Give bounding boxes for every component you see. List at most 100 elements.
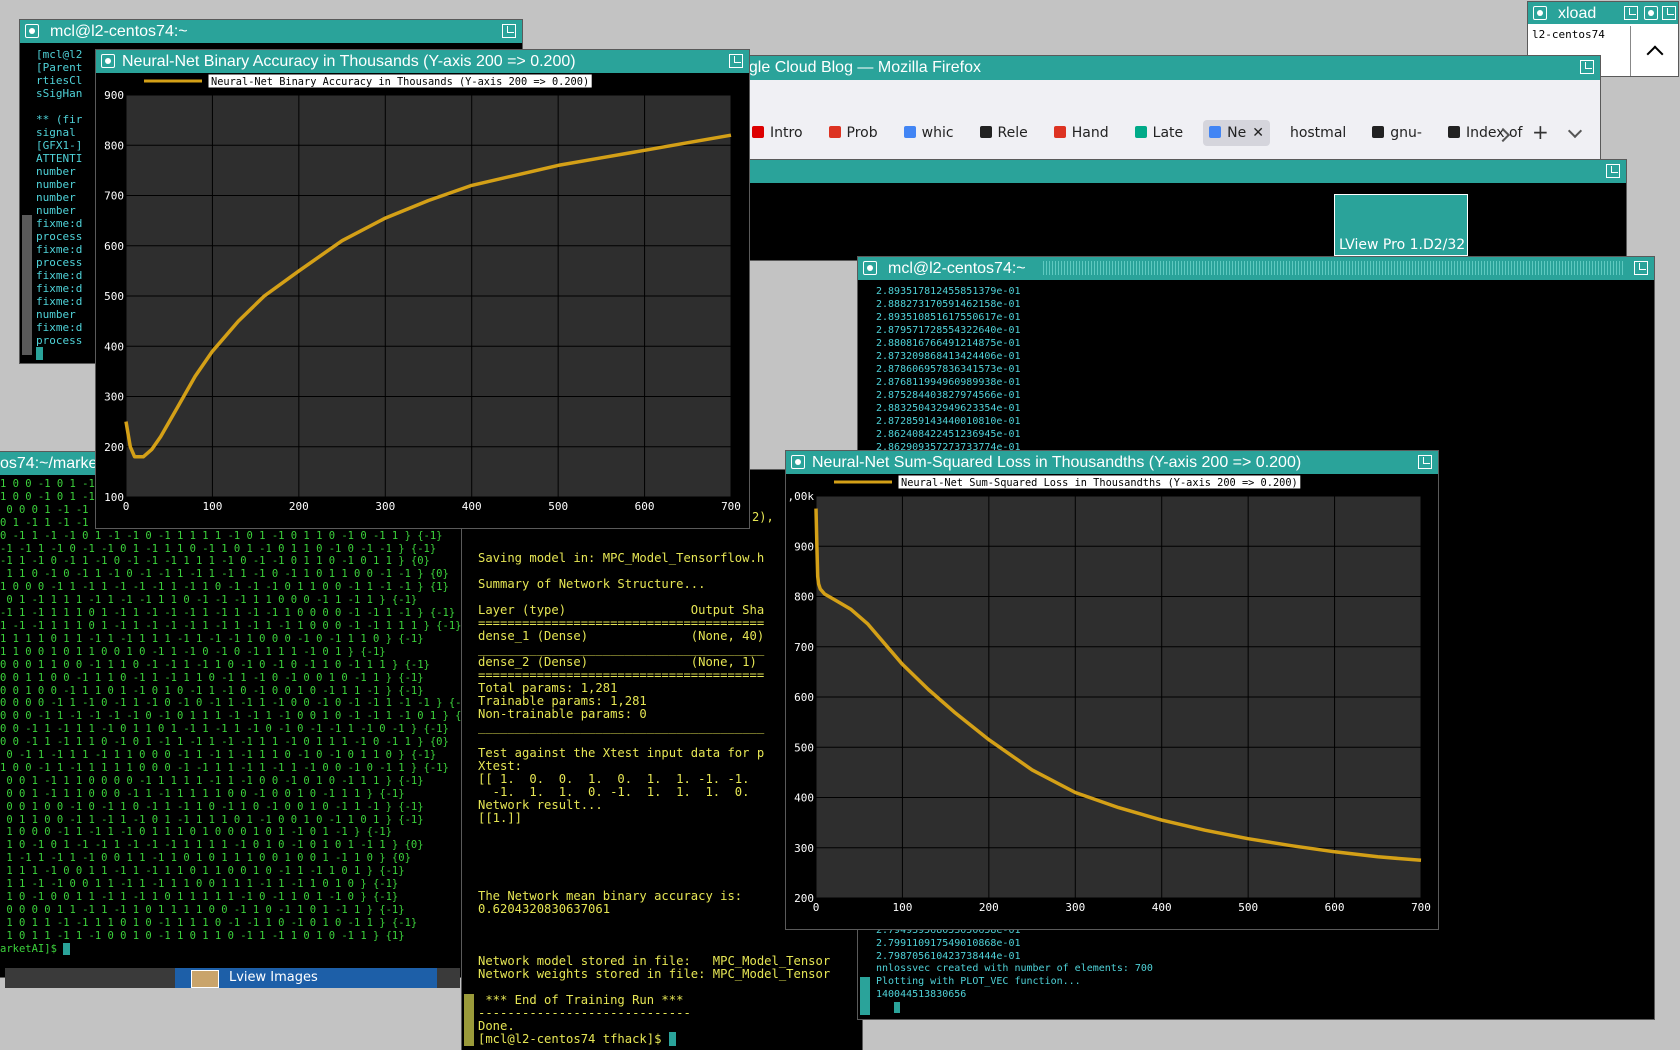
tab-0[interactable]: Intro	[746, 120, 809, 146]
tab-label: Intro	[770, 125, 803, 141]
terminal-line: =======================================	[478, 616, 765, 630]
terminal-cursor	[63, 942, 70, 955]
y-tick-label: 600	[794, 691, 814, 704]
favicon-icon	[979, 126, 992, 138]
x-tick-label: 400	[1152, 901, 1172, 914]
terminal-line: Trainable params: 1,281	[478, 694, 647, 708]
loss-chart: 0 100 200 300 400 500 600 700200300400500600700…	[788, 474, 1431, 914]
window-menu-icon[interactable]	[101, 54, 115, 68]
terminal-line: Total params: 1,281	[478, 681, 618, 695]
legend-label: Neural-Net Sum-Squared Loss in Thousandt…	[901, 477, 1298, 489]
tab-8[interactable]: gnu-	[1366, 120, 1428, 146]
window-title: os74:~/marke	[0, 455, 98, 472]
xload-host: l2-centos74	[1532, 28, 1605, 41]
x-tick-label: 100	[202, 500, 222, 513]
terminal-line: 2.879571728554322640e-01	[876, 325, 1021, 336]
tab-label: hostmal	[1289, 125, 1347, 141]
tab-label: Prob	[846, 125, 878, 141]
maximize-icon[interactable]	[1580, 60, 1594, 74]
terminal-output-bottom[interactable]: 2.794939568053050658e-01 2.7991109175490…	[876, 925, 1153, 1015]
terminal-line: Non-trainable params: 0	[478, 707, 647, 721]
terminal-output[interactable]: 1 0 0 -1 0 1 -1 - 1 0 0 -1 0 1 -1 - 0 0 …	[0, 478, 462, 956]
terminal-line: 0 0 1 -1 1 1 0 0 0 -1 1 -1 1 1 1 1 0 0 -…	[0, 787, 405, 800]
terminal-line: [mcl@l2	[36, 48, 83, 61]
new-tab-button[interactable]: +	[1532, 120, 1549, 144]
maximize-icon-2[interactable]	[1662, 6, 1676, 20]
lview-button[interactable]: LView Pro 1.D2/32	[1334, 194, 1468, 256]
tab-1[interactable]: Prob	[823, 120, 884, 146]
terminal-line: arketAI]$	[0, 942, 64, 955]
maximize-icon[interactable]	[502, 24, 516, 38]
maximize-icon[interactable]	[1624, 6, 1638, 20]
tab-4[interactable]: Hand	[1048, 120, 1115, 146]
window-title: mcl@l2-centos74:~	[50, 23, 188, 40]
terminal-window-left: os74:~/marke 1 0 0 -1 0 1 -1 - 1 0 0 -1 …	[0, 452, 462, 977]
x-tick-label: 700	[721, 500, 741, 513]
tab-5[interactable]: Late	[1129, 120, 1189, 146]
terminal-output-top[interactable]: 2.893517812455851379e-01 2.8882731705914…	[876, 285, 1021, 454]
window-menu-icon[interactable]	[25, 24, 39, 38]
terminal-line: nnlossvec created with number of element…	[876, 963, 1153, 975]
firefox-titlebar[interactable]: ogle Cloud Blog — Mozilla Firefox	[720, 56, 1600, 80]
tab-9[interactable]: Index of	[1442, 120, 1529, 146]
close-tab-icon[interactable]: ✕	[1252, 125, 1264, 141]
tab-6[interactable]: Ne ✕	[1203, 120, 1270, 146]
x-tick-label: 600	[635, 500, 655, 513]
window-menu-icon-2[interactable]	[1644, 6, 1658, 20]
terminal-line: [mcl@l2-centos74 tfhack]$	[478, 1032, 669, 1046]
window-menu-icon[interactable]	[1533, 6, 1547, 20]
tab-3[interactable]: Rele	[974, 120, 1034, 146]
terminal-titlebar[interactable]	[748, 160, 1626, 183]
maximize-icon[interactable]	[1418, 455, 1432, 469]
taskbar-item-lview[interactable]: Lview Images	[175, 968, 437, 988]
favicon-icon	[1209, 126, 1222, 138]
favicon-icon	[1372, 126, 1385, 138]
terminal-titlebar[interactable]: mcl@l2-centos74:~	[858, 257, 1654, 280]
tab-7[interactable]: hostmal	[1284, 120, 1352, 146]
terminal-line: 0 0 -1 1 -1 1 1 0 -1 0 1 -1 1 -1 1 -1 -1…	[0, 736, 449, 749]
scrollbar-thumb[interactable]	[464, 994, 474, 1046]
terminal-titlebar[interactable]: mcl@l2-centos74:~	[20, 20, 522, 43]
window-menu-icon[interactable]	[863, 261, 877, 275]
maximize-icon[interactable]	[1634, 261, 1648, 275]
terminal-output[interactable]: [mcl@l2 [Parent rtiesCl sSigHan ** (fir …	[36, 48, 82, 360]
window-menu-icon[interactable]	[791, 455, 805, 469]
terminal-line: 0 -1 1 -1 1 1 -1 1 1 0 0 0 -1 1 -1 1 -1 …	[0, 749, 437, 762]
window-title: Neural-Net Sum-Squared Loss in Thousandt…	[812, 454, 1302, 471]
terminal-line: The Network mean binary accuracy is:	[478, 889, 743, 903]
terminal-line: Done.	[478, 1019, 515, 1033]
terminal-line: 2.862408422451236945e-01	[876, 429, 1021, 440]
taskbar: Lview Images	[5, 968, 460, 988]
y-tick-label: 700	[104, 190, 124, 203]
tab-list-button[interactable]	[1567, 123, 1583, 139]
plot-titlebar[interactable]: Neural-Net Sum-Squared Loss in Thousandt…	[786, 451, 1438, 474]
x-tick-label: 300	[1065, 901, 1085, 914]
terminal-line: 1 1 0 -1 0 -1 1 -1 0 -1 -1 1 -1 1 -1 1 -…	[0, 568, 449, 581]
terminal-line: [GFX1-]	[36, 139, 83, 152]
scroll-up-button[interactable]	[1630, 26, 1678, 76]
y-tick-label: 800	[794, 591, 814, 604]
xload-titlebar[interactable]: xload	[1528, 2, 1678, 24]
terminal-line: 2.888273170591462158e-01	[876, 299, 1021, 310]
terminal-line: 2.873209868413424406e-01	[876, 351, 1021, 362]
maximize-icon[interactable]	[1606, 164, 1620, 178]
terminal-line: signal	[36, 126, 83, 139]
terminal-line: 2.878606957836341573e-01	[876, 364, 1021, 375]
terminal-line: [[1.]]	[478, 811, 523, 825]
terminal-line: 2.875284403827974566e-01	[876, 390, 1021, 401]
tab-label: Hand	[1071, 125, 1109, 141]
chevron-up-icon	[1646, 45, 1664, 63]
terminal-line: 0 0 0 0 1 1 -1 1 -1 1 0 1 1 1 1 0 0 -1 1…	[0, 903, 405, 916]
tab-2[interactable]: whic	[898, 120, 960, 146]
maximize-icon[interactable]	[729, 54, 743, 68]
terminal-fragment: 2),	[752, 510, 774, 524]
plot-titlebar[interactable]: Neural-Net Binary Accuracy in Thousands …	[96, 50, 749, 73]
terminal-line: 2.872859143440010810e-01	[876, 416, 1021, 427]
window-title: xload	[1558, 5, 1597, 22]
terminal-line: 0 0 0 -1 1 -1 -1 -1 -1 0 -1 0 1 1 1 -1 -…	[0, 710, 462, 723]
terminal-line: fixme:d	[36, 321, 83, 334]
terminal-output[interactable]: Saving model in: MPC_Model_Tensorflow.h …	[478, 552, 830, 1046]
scrollbar-thumb[interactable]	[860, 977, 870, 1015]
terminal-line: fixme:d	[36, 243, 83, 256]
scrollbar-thumb[interactable]	[22, 215, 32, 355]
